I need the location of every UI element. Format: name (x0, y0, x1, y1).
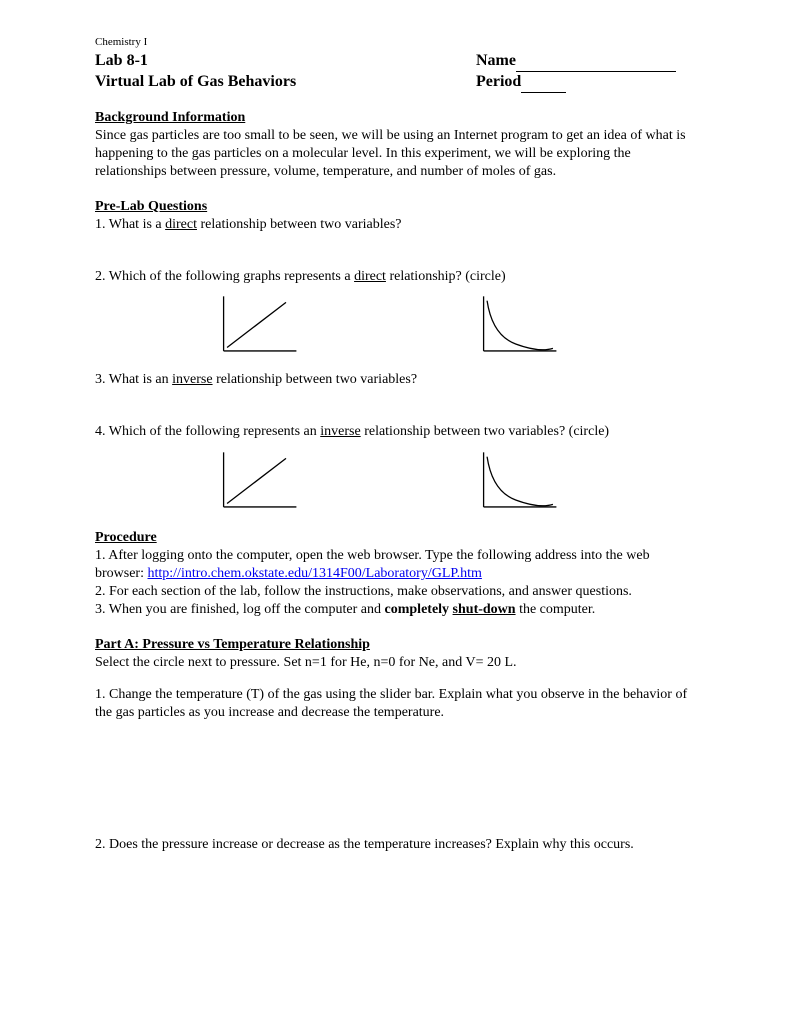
period-label: Period (476, 73, 521, 90)
part-a-q1: 1. Change the temperature (T) of the gas… (95, 686, 696, 722)
prelab-q4: 4. Which of the following represents an … (95, 423, 696, 441)
prelab-q2: 2. Which of the following graphs represe… (95, 268, 696, 286)
step3-bold-u: shut-down (453, 602, 516, 617)
q2-suffix: relationship? (circle) (386, 269, 506, 284)
lab-url-link[interactable]: http://intro.chem.okstate.edu/1314F00/La… (148, 566, 482, 581)
title-row: Lab 8-1 Name (95, 51, 696, 72)
q4-prefix: 4. Which of the following represents an (95, 424, 320, 439)
part-a-q2: 2. Does the pressure increase or decreas… (95, 836, 696, 854)
course-name: Chemistry I (95, 35, 696, 49)
part-a-intro: Select the circle next to pressure. Set … (95, 654, 696, 672)
prelab-q1: 1. What is a direct relationship between… (95, 216, 696, 234)
graph-direct-1[interactable] (215, 292, 305, 357)
answer-space-1 (95, 722, 696, 822)
graph-direct-2[interactable] (215, 448, 305, 513)
q4-underline: inverse (320, 424, 360, 439)
graph-inverse-2[interactable] (475, 448, 565, 513)
period-field: Period (476, 72, 696, 93)
period-blank[interactable] (521, 92, 566, 93)
q2-prefix: 2. Which of the following graphs represe… (95, 269, 354, 284)
step3-suffix: the computer. (516, 602, 596, 617)
q1-suffix: relationship between two variables? (197, 217, 401, 232)
graphs-row-1 (95, 292, 696, 357)
procedure-list: 1. After logging onto the computer, open… (95, 547, 696, 620)
worksheet-page: Chemistry I Lab 8-1 Name Virtual Lab of … (0, 0, 791, 1024)
graph-inverse-1[interactable] (475, 292, 565, 357)
part-a-heading: Part A: Pressure vs Temperature Relation… (95, 636, 696, 654)
q1-prefix: 1. What is a (95, 217, 165, 232)
graphs-row-2 (95, 448, 696, 513)
step3-prefix: 3. When you are finished, log off the co… (95, 602, 385, 617)
title-row-2: Virtual Lab of Gas Behaviors Period (95, 72, 696, 93)
procedure-heading: Procedure (95, 529, 696, 547)
q1-underline: direct (165, 217, 197, 232)
procedure-step-2: 2. For each section of the lab, follow t… (95, 583, 696, 601)
background-heading: Background Information (95, 109, 696, 127)
q2-underline: direct (354, 269, 386, 284)
q3-prefix: 3. What is an (95, 372, 172, 387)
step3-bold: completely (385, 602, 453, 617)
prelab-heading: Pre-Lab Questions (95, 198, 696, 216)
procedure-step-3: 3. When you are finished, log off the co… (95, 601, 696, 619)
lab-number: Lab 8-1 (95, 51, 148, 72)
prelab-q3: 3. What is an inverse relationship betwe… (95, 371, 696, 389)
lab-title: Virtual Lab of Gas Behaviors (95, 72, 296, 93)
background-text: Since gas particles are too small to be … (95, 127, 696, 182)
q3-underline: inverse (172, 372, 212, 387)
q3-suffix: relationship between two variables? (213, 372, 417, 387)
q4-suffix: relationship between two variables? (cir… (361, 424, 609, 439)
name-field: Name (476, 51, 696, 72)
name-label: Name (476, 52, 516, 69)
procedure-step-1: 1. After logging onto the computer, open… (95, 547, 696, 583)
